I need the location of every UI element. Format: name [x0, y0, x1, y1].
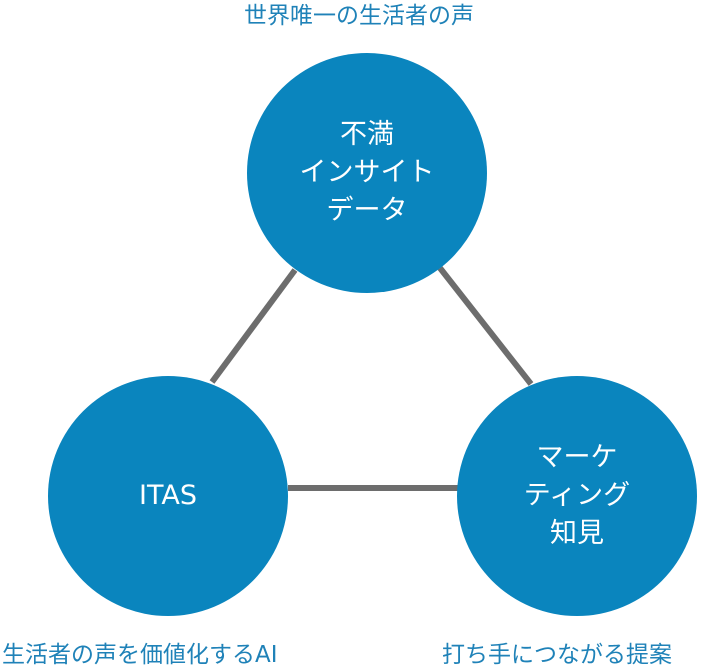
- node-left-line-1: ITAS: [139, 480, 197, 511]
- node-top-line-1: 不満: [340, 119, 394, 150]
- node-label-top: 不満 インサイト データ: [247, 53, 487, 293]
- node-top-line-3: データ: [326, 195, 408, 226]
- node-right-line-1: マーケ: [536, 442, 618, 473]
- caption-bottom-left: 生活者の声を価値化するAI: [2, 642, 278, 668]
- node-label-right: マーケ ティング 知見: [457, 376, 697, 616]
- caption-bottom-right: 打ち手につながる提案: [442, 642, 672, 668]
- node-right-line-2: ティング: [523, 480, 631, 511]
- node-label-left: ITAS: [48, 376, 288, 616]
- node-top-line-2: インサイト: [299, 157, 435, 188]
- caption-top: 世界唯一の生活者の声: [244, 3, 474, 29]
- node-right-line-3: 知見: [550, 518, 604, 549]
